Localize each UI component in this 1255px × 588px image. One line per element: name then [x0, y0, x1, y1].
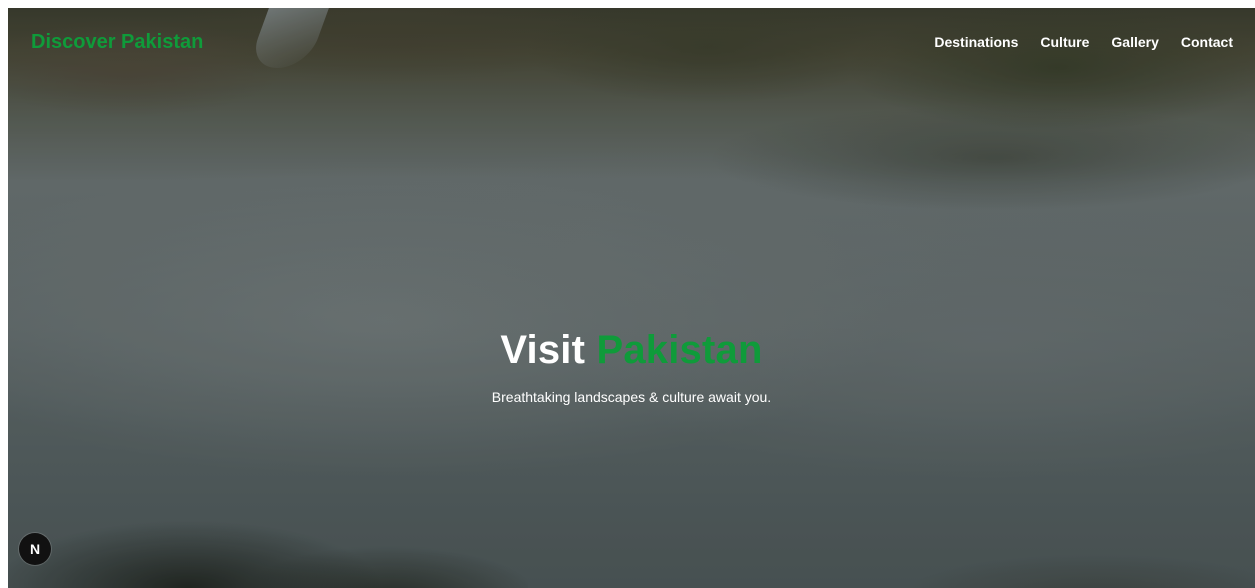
nav-link-contact[interactable]: Contact [1181, 34, 1233, 50]
hero-title-visit: Visit [500, 328, 597, 372]
nav-link-culture[interactable]: Culture [1040, 34, 1089, 50]
nav-item-culture: Culture [1040, 34, 1089, 52]
nav-item-contact: Contact [1181, 34, 1233, 52]
navbar: Discover Pakistan Destinations Culture G… [8, 8, 1255, 78]
nav-links: Destinations Culture Gallery Contact [934, 34, 1233, 52]
background-overlay [8, 8, 1255, 588]
hero-title: Visit Pakistan [8, 326, 1255, 374]
nav-item-destinations: Destinations [934, 34, 1018, 52]
nav-link-destinations[interactable]: Destinations [934, 34, 1018, 50]
hero-title-pakistan: Pakistan [596, 328, 763, 372]
page-frame: Discover Pakistan Destinations Culture G… [8, 8, 1255, 588]
hero-subtitle: Breathtaking landscapes & culture await … [491, 389, 772, 405]
nextjs-icon[interactable]: N [19, 533, 51, 565]
hero-section: Visit Pakistan Breathtaking landscapes &… [8, 326, 1255, 406]
badge-label: N [29, 541, 41, 557]
brand-logo-link[interactable]: Discover Pakistan [31, 31, 203, 54]
nav-link-gallery[interactable]: Gallery [1111, 34, 1158, 50]
nav-item-gallery: Gallery [1111, 34, 1158, 52]
